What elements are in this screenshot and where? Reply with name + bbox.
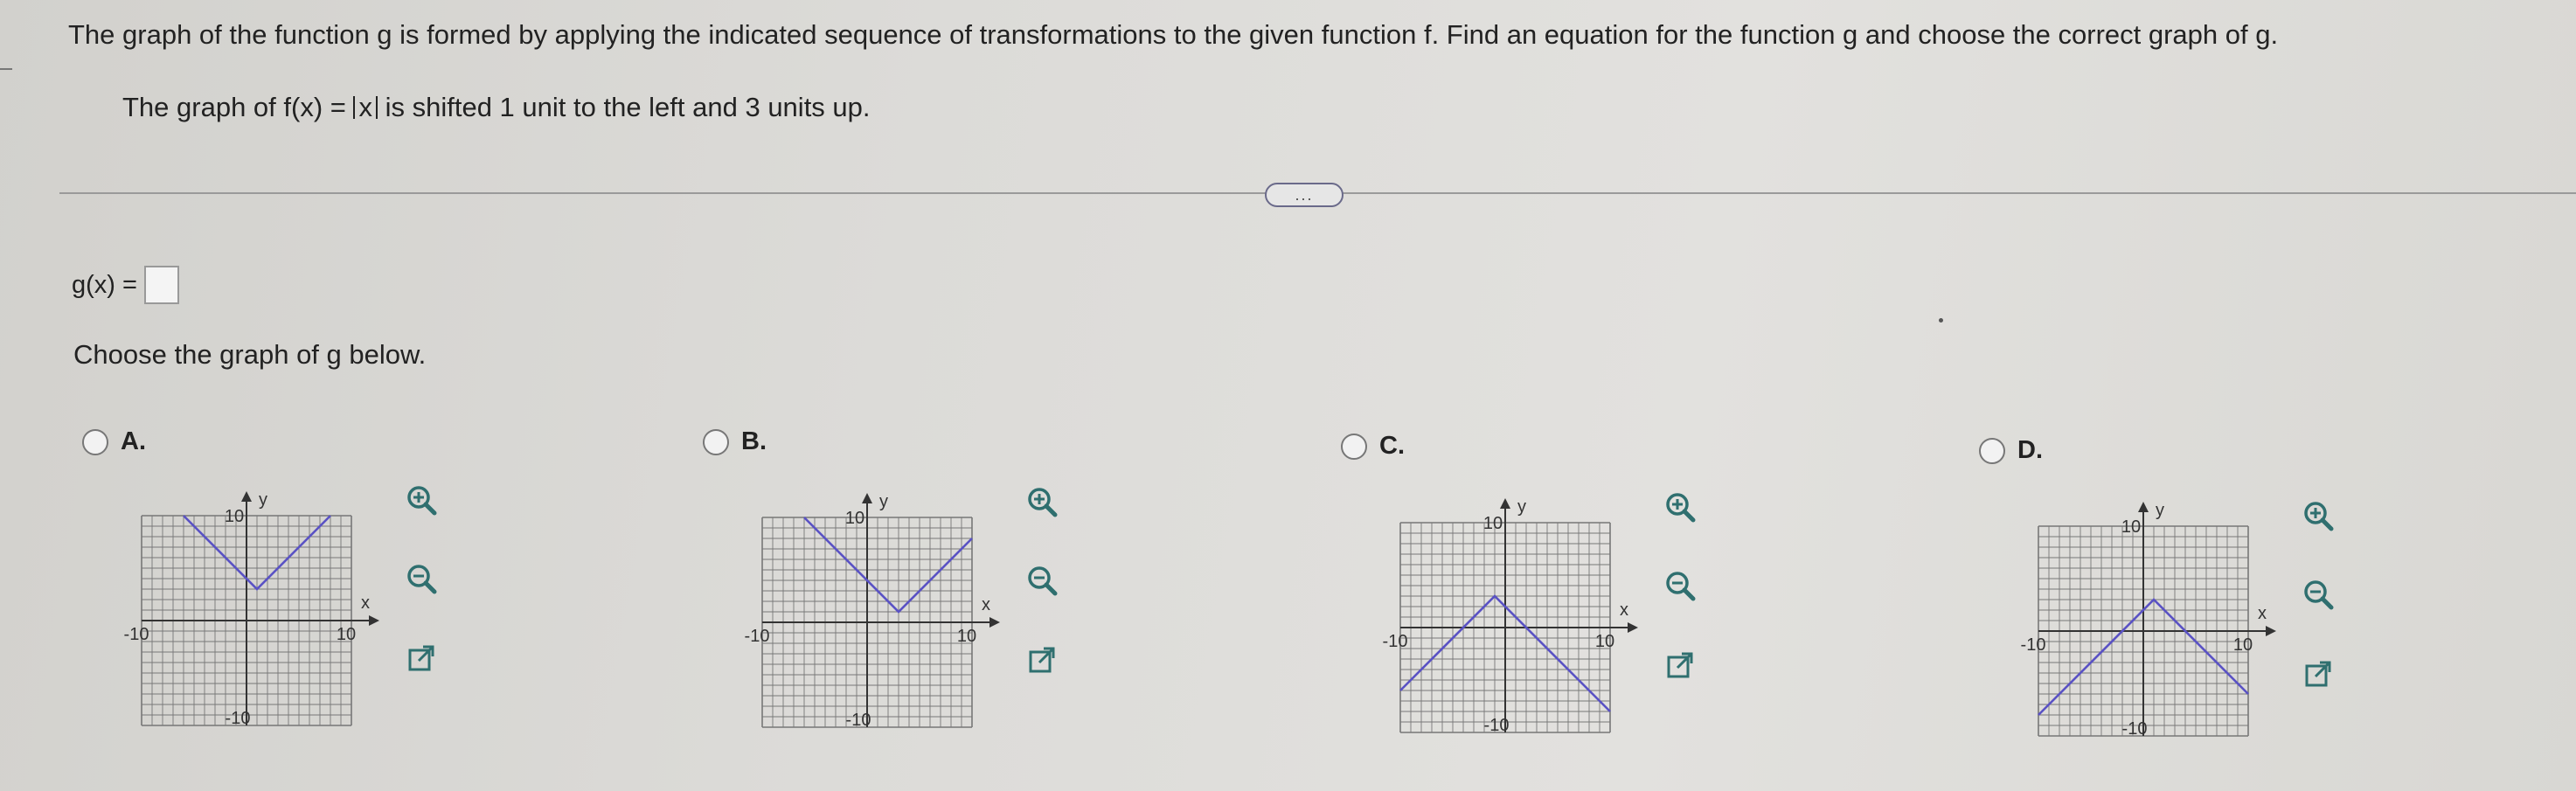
option-a-label: A. [121,427,146,455]
zoom-in-icon[interactable] [1663,490,1698,525]
x-axis-arrow [1628,622,1638,633]
question-instruction: The graph of the function g is formed by… [68,19,2279,50]
option-c-label: C. [1379,432,1405,460]
tick-label-bottom: -10 [226,709,251,728]
tick-label-right: 10 [2233,635,2253,655]
option-d-label: D. [2017,436,2043,464]
tick-label-right: 10 [337,625,356,644]
y-axis-label: y [1517,497,1526,517]
y-axis-arrow [862,493,872,503]
more-button[interactable]: ... [1265,183,1344,207]
tick-label-top: 10 [1483,514,1503,533]
zoom-out-icon[interactable] [2301,578,2336,613]
option-a[interactable]: A. [82,427,146,456]
tick-label-top: 10 [225,507,244,526]
answer-label: g(x) = [72,270,137,299]
graph-d: y 10 x -10 10 -10 [2021,501,2276,739]
tick-label-right: 10 [957,627,976,646]
x-axis-label: x [982,595,990,614]
zoom-out-icon[interactable] [404,562,439,597]
left-edge-tick [0,68,12,70]
abs-value-x: x [353,94,378,121]
answer-input[interactable] [143,266,179,304]
option-b-label: B. [741,427,767,455]
option-d[interactable]: D. [1979,436,2043,465]
tick-label-bottom: -10 [846,711,871,730]
graph-c: y 10 x -10 10 -10 [1383,497,1638,735]
tick-label-right: 10 [1595,632,1614,651]
tick-label-bottom: -10 [2122,719,2148,739]
y-axis-arrow [2138,502,2149,512]
new-window-icon[interactable] [404,641,439,676]
zoom-in-icon[interactable] [1024,485,1059,520]
option-b[interactable]: B. [703,427,767,456]
y-axis-label: y [2156,501,2164,520]
tick-label-bottom: -10 [1484,716,1510,735]
tick-label-top: 10 [845,509,864,528]
zoom-in-icon[interactable] [404,483,439,518]
y-axis-label: y [259,490,267,510]
y-axis-label: y [879,492,888,511]
new-window-icon[interactable] [2301,656,2336,691]
radio-d[interactable] [1979,437,2005,464]
choose-graph-label: Choose the graph of g below. [73,339,427,370]
question-subtext: The graph of f(x) = x is shifted 1 unit … [122,92,871,123]
graph-a: y 10 x -10 10 -10 [124,490,379,728]
subtext-suffix: is shifted 1 unit to the left and 3 unit… [377,92,871,122]
answer-row: g(x) = [72,266,179,304]
y-axis-arrow [1500,498,1510,509]
y-axis-arrow [241,491,252,502]
tick-label-left: -10 [2021,635,2046,655]
stray-dot [1939,318,1943,323]
tick-label-top: 10 [2121,517,2141,537]
x-axis-arrow [2266,626,2276,636]
zoom-in-icon[interactable] [2301,499,2336,534]
radio-a[interactable] [82,428,108,455]
new-window-icon[interactable] [1024,642,1059,677]
subtext-prefix: The graph of f(x) = [122,92,354,122]
tick-label-left: -10 [745,627,770,646]
option-c[interactable]: C. [1341,432,1405,461]
tick-label-left: -10 [1383,632,1408,651]
x-axis-label: x [2258,604,2267,623]
radio-b[interactable] [703,428,729,455]
radio-c[interactable] [1341,433,1367,460]
zoom-out-icon[interactable] [1024,564,1059,599]
graph-b: y 10 x -10 10 -10 [745,492,1000,730]
zoom-out-icon[interactable] [1663,569,1698,604]
x-axis-arrow [989,617,1000,628]
x-axis-label: x [1620,600,1628,620]
x-axis-label: x [361,593,370,613]
x-axis-arrow [369,615,379,626]
new-window-icon[interactable] [1663,648,1698,683]
tick-label-left: -10 [124,625,149,644]
